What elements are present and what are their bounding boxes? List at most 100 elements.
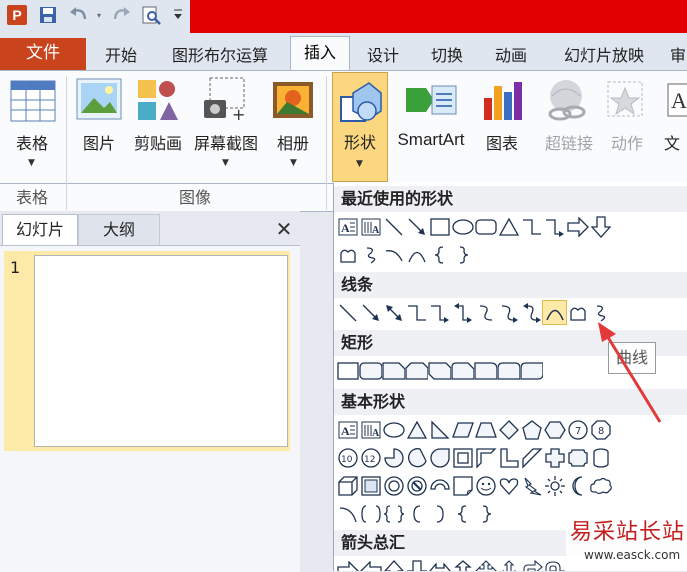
heptagon-shape-icon[interactable]: 7: [566, 418, 589, 441]
save-icon[interactable]: [36, 4, 60, 26]
arc-shape-icon[interactable]: [382, 243, 405, 266]
folded-corner-shape-icon[interactable]: [451, 474, 474, 497]
triangle-shape-icon[interactable]: [405, 418, 428, 441]
no-symbol-shape-icon[interactable]: [405, 474, 428, 497]
double-brace-shape-icon[interactable]: [382, 502, 405, 525]
elbow-connector-shape-icon[interactable]: [405, 301, 428, 324]
round-diagonal-rectangle-icon[interactable]: [520, 359, 543, 382]
smartart-button[interactable]: SmartArt: [390, 130, 472, 150]
photo-album-button[interactable]: 相册: [266, 130, 320, 154]
close-pane-button[interactable]: ✕: [272, 216, 296, 242]
diagonal-stripe-shape-icon[interactable]: [520, 446, 543, 469]
moon-shape-icon[interactable]: [566, 474, 589, 497]
chart-button[interactable]: 图表: [478, 130, 526, 154]
tab-insert[interactable]: 插入: [290, 36, 350, 71]
can-shape-icon[interactable]: [589, 446, 612, 469]
left-brace-shape-icon[interactable]: [451, 502, 474, 525]
sun-shape-icon[interactable]: [543, 474, 566, 497]
block-arc-shape-icon[interactable]: [428, 474, 451, 497]
album-dropdown-icon[interactable]: ▼: [290, 158, 297, 168]
double-bracket-shape-icon[interactable]: [359, 502, 382, 525]
oval-shape-icon[interactable]: [451, 215, 474, 238]
picture-icon[interactable]: [76, 78, 122, 126]
text-button[interactable]: 文: [664, 130, 687, 154]
text-box-icon[interactable]: A: [664, 80, 687, 124]
rounded-rectangle-shape-icon[interactable]: [359, 359, 382, 382]
slide-thumbnail[interactable]: [34, 255, 288, 447]
photo-album-icon[interactable]: [270, 78, 316, 126]
left-brace-shape-icon[interactable]: [428, 243, 451, 266]
double-arrow-line-shape-icon[interactable]: [382, 301, 405, 324]
tab-home[interactable]: 开始: [92, 42, 150, 66]
screenshot-icon[interactable]: +: [202, 76, 248, 126]
snip-diagonal-rectangle-icon[interactable]: [428, 359, 451, 382]
powerpoint-app-icon[interactable]: P: [4, 4, 30, 26]
action-button[interactable]: 动作: [602, 130, 652, 154]
curved-arrow-connector-shape-icon[interactable]: [497, 301, 520, 324]
left-arrow-shape-icon[interactable]: [359, 559, 382, 571]
smartart-icon[interactable]: [404, 80, 458, 124]
arrow-line-shape-icon[interactable]: [405, 215, 428, 238]
elbow-connector-shape-icon[interactable]: [520, 215, 543, 238]
textbox-shape-icon[interactable]: A: [336, 418, 359, 441]
tab-animations[interactable]: 动画: [486, 42, 536, 66]
chord-shape-icon[interactable]: [405, 446, 428, 469]
tab-slides[interactable]: 幻灯片: [2, 214, 78, 245]
undo-dropdown-icon[interactable]: ▾: [94, 4, 104, 26]
picture-button[interactable]: 图片: [76, 130, 122, 154]
right-bracket-shape-icon[interactable]: [428, 502, 451, 525]
line-shape-icon[interactable]: [336, 301, 359, 324]
scribble-shape-icon[interactable]: [359, 243, 382, 266]
triangle-shape-icon[interactable]: [497, 215, 520, 238]
round-single-corner-rectangle-icon[interactable]: [474, 359, 497, 382]
smiley-face-shape-icon[interactable]: [474, 474, 497, 497]
up-down-arrow-shape-icon[interactable]: [451, 559, 474, 571]
arrow-line-shape-icon[interactable]: [359, 301, 382, 324]
lightning-bolt-shape-icon[interactable]: [520, 474, 543, 497]
frame-shape-icon[interactable]: [451, 446, 474, 469]
redo-icon[interactable]: [108, 4, 134, 26]
tab-design[interactable]: 设计: [358, 42, 408, 66]
vertical-textbox-shape-icon[interactable]: A: [359, 215, 382, 238]
quad-arrow-shape-icon[interactable]: [474, 559, 497, 571]
bent-arrow-shape-icon[interactable]: [520, 559, 543, 571]
shapes-button[interactable]: 形状 ▼: [332, 72, 388, 182]
down-arrow-shape-icon[interactable]: [405, 559, 428, 571]
right-brace-shape-icon[interactable]: [451, 243, 474, 266]
tab-slideshow[interactable]: 幻灯片放映: [552, 42, 656, 66]
vertical-textbox-shape-icon[interactable]: A: [359, 418, 382, 441]
half-frame-shape-icon[interactable]: [474, 446, 497, 469]
right-brace-shape-icon[interactable]: [474, 502, 497, 525]
curved-connector-shape-icon[interactable]: [474, 301, 497, 324]
snip-same-side-rectangle-icon[interactable]: [405, 359, 428, 382]
hyperlink-button[interactable]: 超链接: [538, 130, 600, 154]
up-arrow-shape-icon[interactable]: [382, 559, 405, 571]
down-arrow-shape-icon[interactable]: [589, 215, 612, 238]
left-right-up-arrow-shape-icon[interactable]: [497, 559, 520, 571]
left-bracket-shape-icon[interactable]: [405, 502, 428, 525]
hyperlink-icon[interactable]: [544, 78, 590, 126]
right-triangle-shape-icon[interactable]: [428, 418, 451, 441]
tab-review[interactable]: 审: [668, 42, 687, 66]
trapezoid-shape-icon[interactable]: [474, 418, 497, 441]
round-same-side-rectangle-icon[interactable]: [497, 359, 520, 382]
customize-toolbar-icon[interactable]: [170, 4, 186, 26]
print-preview-icon[interactable]: [138, 4, 164, 26]
table-button[interactable]: 表格: [4, 130, 60, 154]
curve-shape-icon[interactable]: [542, 300, 567, 325]
arc-shape-icon[interactable]: [336, 502, 359, 525]
plaque-shape-icon[interactable]: [566, 446, 589, 469]
pie-shape-icon[interactable]: [382, 446, 405, 469]
parallelogram-shape-icon[interactable]: [451, 418, 474, 441]
snip-round-rectangle-icon[interactable]: [451, 359, 474, 382]
freeform-shape-icon[interactable]: [566, 301, 589, 324]
heart-shape-icon[interactable]: [497, 474, 520, 497]
left-right-arrow-shape-icon[interactable]: [428, 559, 451, 571]
tab-shape-boolean[interactable]: 图形布尔运算: [160, 42, 280, 66]
table-dropdown-icon[interactable]: ▼: [28, 158, 35, 168]
dodecagon-shape-icon[interactable]: 12: [359, 446, 382, 469]
line-shape-icon[interactable]: [382, 215, 405, 238]
right-arrow-shape-icon[interactable]: [336, 559, 359, 571]
curve-shape-icon[interactable]: [405, 243, 428, 266]
action-icon[interactable]: [604, 78, 650, 126]
